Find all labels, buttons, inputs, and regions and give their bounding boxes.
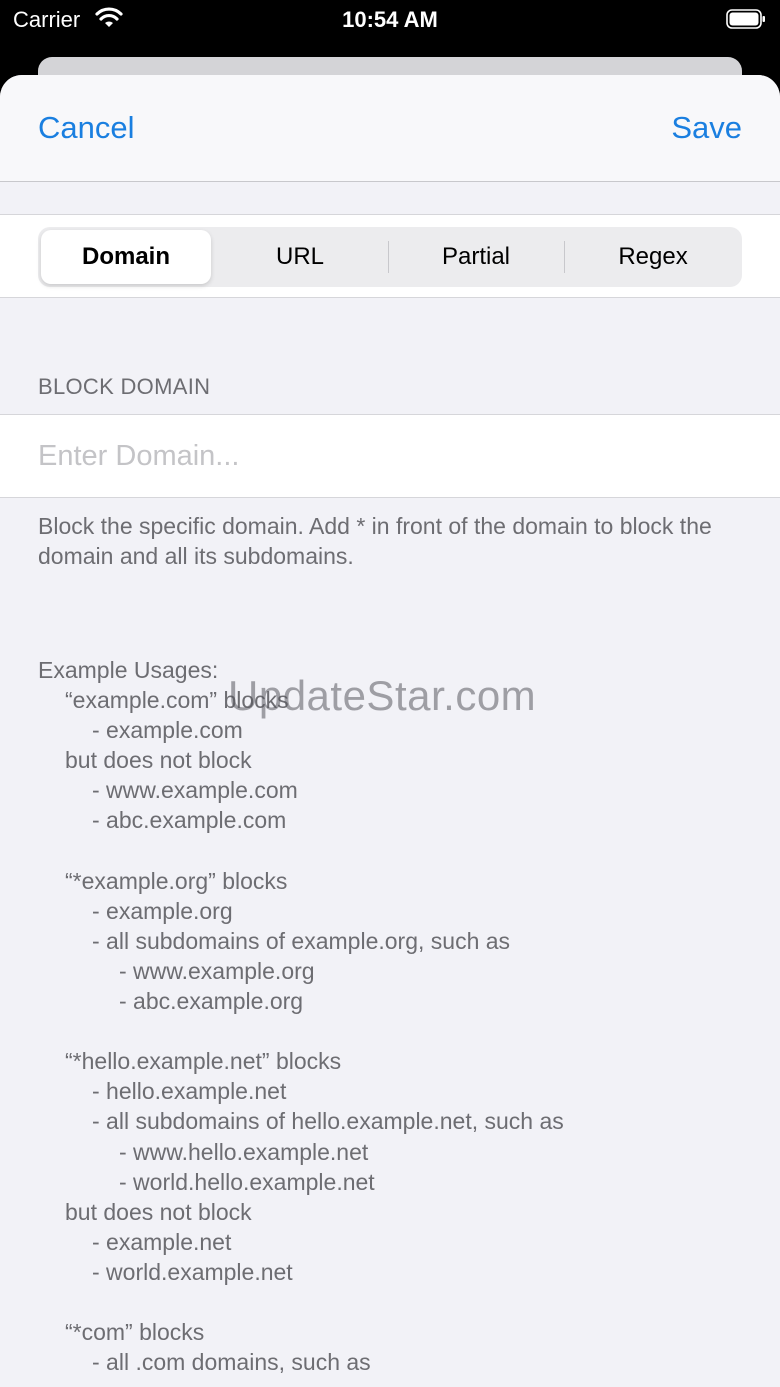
cancel-button[interactable]: Cancel (38, 110, 135, 146)
example-spacer (38, 836, 758, 866)
example-line: - hello.example.net (92, 1078, 287, 1105)
example-line: - www.hello.example.net (119, 1138, 369, 1165)
example-line: - all subdomains of example.org, such as (92, 927, 511, 954)
example-line: - www.example.org (119, 957, 315, 984)
navigation-bar: Cancel Save (0, 75, 780, 182)
example-line: - abc.example.org (119, 988, 304, 1015)
battery-icon (726, 9, 766, 29)
example-line: “*com” blocks (65, 1319, 205, 1346)
example-line: - example.org (92, 897, 233, 924)
segment-divider (564, 241, 565, 273)
domain-input[interactable] (38, 431, 738, 481)
segment-domain[interactable]: Domain (41, 230, 211, 284)
save-button[interactable]: Save (671, 110, 742, 146)
section-footer-description: Block the specific domain. Add * in fron… (38, 513, 712, 569)
section-header: BLOCK DOMAIN (38, 374, 211, 399)
example-line: but does not block (65, 747, 252, 774)
example-line: - abc.example.com (92, 807, 287, 834)
rule-type-row: Domain URL Partial Regex (0, 214, 780, 298)
example-line: - world.hello.example.net (119, 1168, 375, 1195)
add-rule-sheet: Cancel Save Domain URL Partial Regex BLO… (0, 75, 780, 1387)
example-usages: Example Usages: “example.com” blocks - e… (38, 655, 758, 1377)
rule-type-segmented-control: Domain URL Partial Regex (38, 227, 742, 287)
segment-divider (388, 241, 389, 273)
example-line: - www.example.com (92, 777, 298, 804)
example-spacer (38, 1287, 758, 1317)
example-line: - all subdomains of hello.example.net, s… (92, 1108, 564, 1135)
status-bar: Carrier 10:54 AM (0, 0, 780, 40)
example-line: “*hello.example.net” blocks (65, 1048, 342, 1075)
example-line: - all .com domains, such as (92, 1349, 371, 1376)
example-line: “*example.org” blocks (65, 867, 288, 894)
example-line: - world.example.net (92, 1258, 293, 1285)
example-line: - example.net (92, 1228, 232, 1255)
domain-input-row (0, 414, 780, 498)
watermark: UpdateStar.com (228, 672, 537, 719)
clock: 10:54 AM (342, 7, 438, 32)
segment-regex[interactable]: Regex (568, 230, 738, 284)
segment-url[interactable]: URL (215, 230, 385, 284)
segment-partial[interactable]: Partial (391, 230, 561, 284)
example-spacer (38, 1016, 758, 1046)
example-line: but does not block (65, 1198, 252, 1225)
